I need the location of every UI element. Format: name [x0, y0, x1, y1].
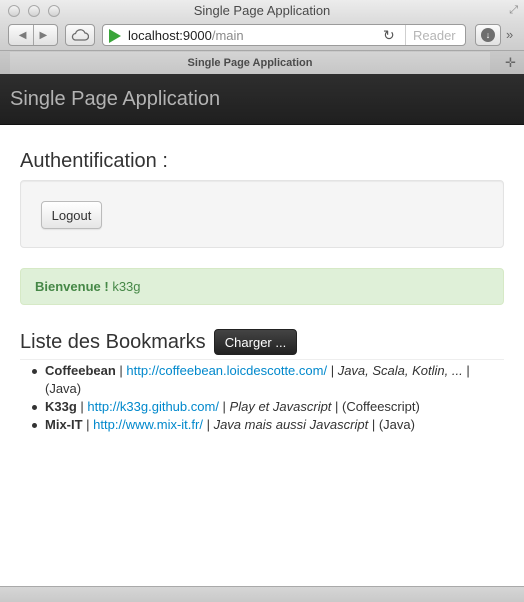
reload-icon[interactable]: ↻ — [383, 27, 395, 44]
bookmark-link[interactable]: http://k33g.github.com/ — [87, 399, 219, 414]
bookmarks-header: Liste des Bookmarks Charger ... — [20, 328, 504, 360]
url-host: localhost:9000 — [128, 28, 212, 43]
new-tab-icon[interactable]: ✛ — [505, 55, 516, 71]
site-favicon-icon — [109, 29, 121, 43]
url-path: /main — [211, 28, 244, 43]
divider — [405, 25, 406, 45]
list-item: Coffeebean | http://coffeebean.loicdesco… — [32, 362, 504, 398]
bookmark-tag: (Java) — [45, 381, 82, 396]
bookmarks-heading: Liste des Bookmarks — [20, 331, 206, 353]
bookmark-description: Java, Scala, Kotlin, ... — [337, 363, 463, 378]
list-item: K33g | http://k33g.github.com/ | Play et… — [32, 398, 504, 416]
address-bar[interactable]: localhost:9000/main ↻ Reader — [102, 24, 466, 46]
logout-button[interactable]: Logout — [41, 201, 102, 229]
forward-arrow-icon[interactable]: ▶ — [40, 30, 48, 41]
list-item: Mix-IT | http://www.mix-it.fr/ | Java ma… — [32, 416, 504, 434]
bookmarks-list: Coffeebean | http://coffeebean.loicdesco… — [32, 362, 504, 434]
reader-button[interactable]: Reader — [413, 28, 456, 43]
divider — [32, 25, 34, 45]
fullscreen-icon[interactable]: ⤢ — [509, 4, 518, 17]
bookmark-link[interactable]: http://www.mix-it.fr/ — [93, 417, 203, 432]
download-icon: ↓ — [481, 28, 495, 42]
app-navbar: Single Page Application — [0, 74, 524, 125]
welcome-user: k33g — [112, 279, 141, 294]
welcome-strong: Bienvenue ! — [35, 279, 109, 294]
back-arrow-icon[interactable]: ◀ — [19, 30, 27, 41]
bookmark-description: Play et Javascript — [229, 399, 332, 414]
navbar-brand[interactable]: Single Page Application — [10, 88, 220, 111]
auth-well: Logout — [20, 180, 504, 248]
url-text[interactable]: localhost:9000/main — [128, 28, 244, 43]
auth-heading: Authentification : — [20, 150, 168, 172]
bookmark-tag: (Java) — [378, 417, 415, 432]
window-titlebar: Single Page Application ⤢ — [0, 0, 524, 22]
tab-bar: Single Page Application ✛ — [0, 50, 524, 74]
bookmark-name: Mix-IT — [45, 417, 83, 432]
bookmark-description: Java mais aussi Javascript — [213, 417, 369, 432]
chevron-double-right-icon[interactable]: » — [506, 27, 513, 42]
welcome-alert: Bienvenue ! k33g — [20, 268, 504, 305]
load-bookmarks-button[interactable]: Charger ... — [214, 329, 297, 355]
bookmark-name: K33g — [45, 399, 77, 414]
status-bar — [0, 586, 524, 602]
back-forward-buttons: ◀ ▶ — [8, 24, 58, 46]
icloud-icon — [71, 29, 89, 41]
bookmark-tag: (Coffeescript) — [342, 399, 420, 414]
downloads-button[interactable]: ↓ — [475, 24, 501, 46]
bookmark-link[interactable]: http://coffeebean.loicdescotte.com/ — [126, 363, 327, 378]
browser-toolbar: ◀ ▶ localhost:9000/main ↻ Reader ↓ » — [0, 22, 524, 50]
icloud-button[interactable] — [65, 24, 95, 46]
window-title: Single Page Application — [193, 3, 331, 18]
tab-single-page-application[interactable]: Single Page Application — [10, 52, 490, 74]
bookmark-name: Coffeebean — [45, 363, 116, 378]
